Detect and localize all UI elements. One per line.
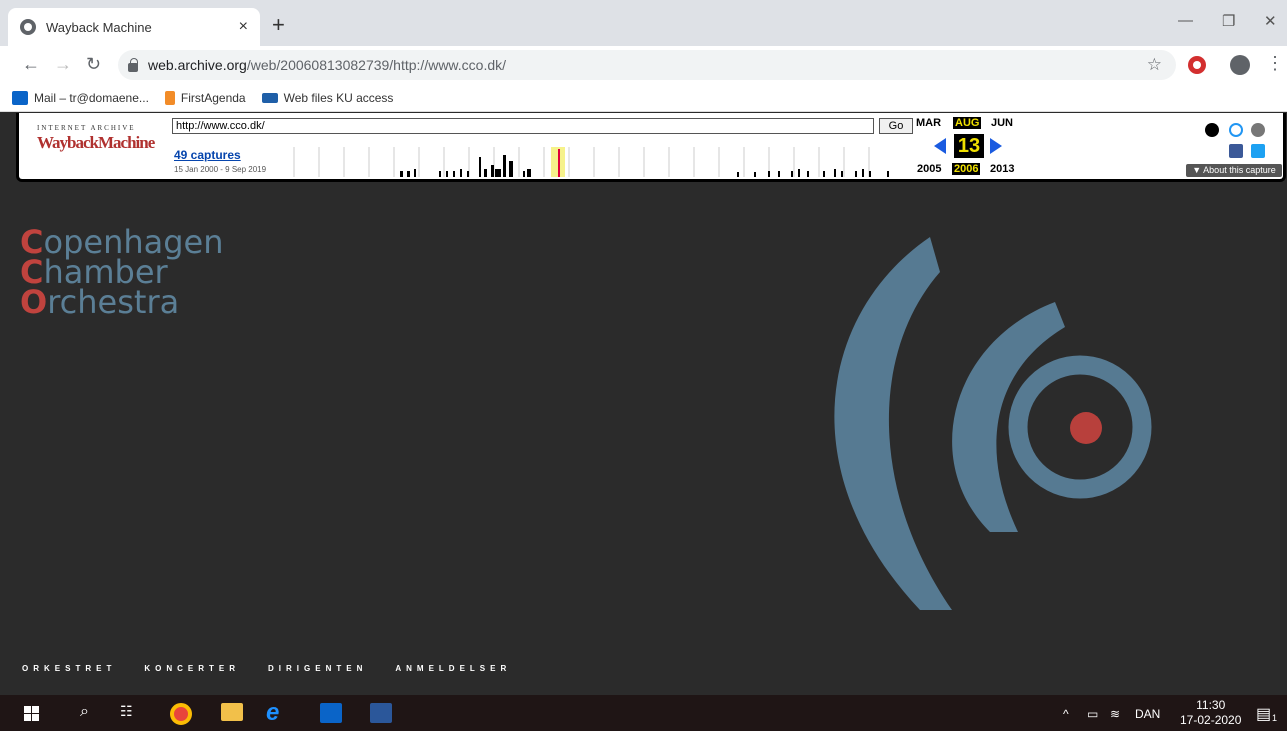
go-button[interactable]: Go — [879, 118, 913, 134]
browser-tab[interactable]: Wayback Machine × — [8, 8, 260, 46]
bookmark-firstagenda[interactable]: FirstAgenda — [164, 90, 246, 105]
bookmark-star-icon[interactable]: ☆ — [1147, 55, 1162, 75]
next-year[interactable]: 2013 — [990, 163, 1014, 175]
archived-page: Copenhagen Chamber Orchestra ORKESTRET K… — [0, 182, 1287, 695]
capture-day: 13 — [954, 134, 984, 158]
file-explorer-icon[interactable] — [221, 703, 243, 721]
battery-icon[interactable]: ▭ — [1087, 707, 1098, 721]
cco-emblem-graphic — [834, 237, 1152, 610]
about-capture-button[interactable]: ▼ About this capture — [1186, 164, 1282, 177]
windows-start-icon[interactable] — [24, 706, 39, 721]
opera-extension-icon[interactable] — [1188, 56, 1206, 74]
user-icon[interactable] — [1205, 123, 1219, 137]
bookmark-label: Web files KU access — [283, 90, 394, 105]
more-menu-icon[interactable]: ⋮ — [1266, 53, 1284, 74]
clock-time: 11:30 — [1196, 698, 1226, 712]
bookmark-webfiles[interactable]: Web files KU access — [261, 90, 394, 105]
minimize-icon[interactable]: — — [1178, 12, 1193, 29]
bookmarks-bar: Mail – tr@domaene... FirstAgenda Web fil… — [0, 84, 1287, 112]
facebook-icon[interactable] — [1229, 144, 1243, 158]
next-month[interactable]: JUN — [991, 117, 1013, 129]
captures-link[interactable]: 49 captures — [174, 148, 241, 162]
lock-icon — [128, 57, 138, 72]
search-icon[interactable]: ⌕ — [80, 703, 89, 721]
firstagenda-icon — [164, 90, 175, 105]
nav-orkestret[interactable]: ORKESTRET — [22, 664, 116, 673]
new-tab-button[interactable]: + — [272, 14, 285, 36]
word-icon[interactable] — [370, 703, 392, 723]
nav-anmeldelser[interactable]: ANMELDELSER — [395, 664, 511, 673]
site-nav: ORKESTRET KONCERTER DIRIGENTEN ANMELDELS… — [22, 664, 539, 673]
internet-explorer-icon[interactable]: e — [266, 699, 279, 727]
wifi-icon[interactable]: ≋ — [1110, 707, 1120, 721]
globe-icon — [20, 19, 36, 35]
reload-icon[interactable]: ↻ — [86, 54, 101, 75]
internet-archive-label: INTERNET ARCHIVE — [37, 124, 136, 132]
tab-title: Wayback Machine — [46, 19, 152, 35]
wayback-toolbar: INTERNET ARCHIVE WaybackMachine http://w… — [16, 113, 1286, 182]
next-capture-arrow-icon[interactable] — [990, 138, 1002, 154]
help-icon[interactable] — [1229, 123, 1243, 137]
webfiles-icon — [261, 92, 278, 103]
outlook-taskbar-icon[interactable] — [320, 703, 342, 723]
wayback-logo[interactable]: WaybackMachine — [37, 133, 155, 153]
back-icon[interactable]: ← — [22, 54, 40, 75]
current-month: AUG — [953, 117, 982, 129]
wayback-url-input[interactable]: http://www.cco.dk/ — [172, 118, 874, 134]
clock-date: 17-02-2020 — [1180, 713, 1242, 727]
bookmark-label: FirstAgenda — [180, 90, 246, 105]
forward-icon[interactable]: → — [54, 54, 72, 75]
task-view-icon[interactable]: ☷ — [120, 703, 133, 720]
language-indicator[interactable]: DAN — [1135, 707, 1160, 721]
bookmark-label: Mail – tr@domaene... — [34, 90, 149, 105]
profile-avatar-icon[interactable] — [1230, 55, 1250, 75]
outlook-icon — [12, 90, 28, 105]
browser-toolbar: ← → ↻ web.archive.org/web/20060813082739… — [0, 46, 1287, 84]
current-year: 2006 — [952, 163, 981, 175]
prev-year[interactable]: 2005 — [917, 163, 941, 175]
capture-sparkline[interactable] — [279, 147, 899, 177]
logo-line-3[interactable]: Orchestra — [20, 286, 179, 318]
tab-strip: Wayback Machine × + — ❐ ✕ — [0, 0, 1287, 46]
address-bar[interactable]: web.archive.org/web/20060813082739/http:… — [118, 50, 1176, 80]
nav-koncerter[interactable]: KONCERTER — [144, 664, 240, 673]
twitter-icon[interactable] — [1251, 144, 1265, 158]
prev-capture-arrow-icon[interactable] — [934, 138, 946, 154]
prev-month[interactable]: MAR — [916, 117, 941, 129]
chrome-icon[interactable] — [170, 703, 192, 725]
capture-range: 15 Jan 2000 - 9 Sep 2019 — [174, 165, 267, 174]
restore-icon[interactable]: ❐ — [1222, 12, 1235, 30]
system-clock[interactable]: 11:30 17-02-2020 — [1180, 698, 1241, 728]
nav-dirigenten[interactable]: DIRIGENTEN — [268, 664, 367, 673]
close-window-icon[interactable]: ✕ — [1264, 12, 1277, 30]
url-host: web.archive.org — [148, 57, 247, 73]
windows-taskbar: ⌕ ☷ e ^ ▭ ≋ DAN 11:30 17-02-2020 ▤ 1 — [0, 695, 1287, 731]
close-toolbar-icon[interactable] — [1251, 123, 1265, 137]
notification-count: 1 — [1272, 713, 1278, 723]
bookmark-mail[interactable]: Mail – tr@domaene... — [12, 90, 149, 105]
close-tab-icon[interactable]: × — [239, 18, 248, 36]
url-path: /web/20060813082739/http://www.cco.dk/ — [246, 57, 507, 73]
tray-chevron-icon[interactable]: ^ — [1063, 707, 1069, 721]
notification-center-icon[interactable]: ▤ — [1256, 704, 1271, 724]
